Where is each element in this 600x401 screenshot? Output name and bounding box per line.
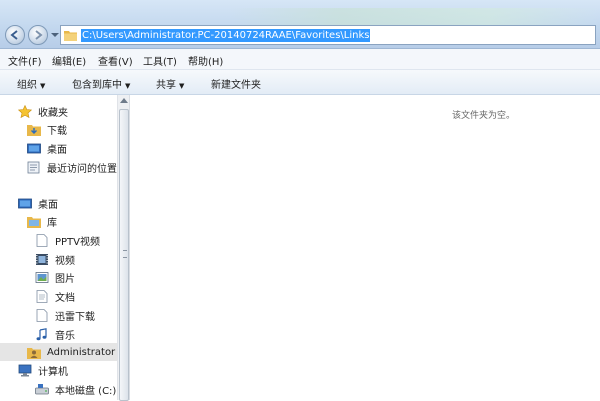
dropdown-icon: ▼: [125, 82, 131, 90]
scroll-up-arrow-icon[interactable]: [120, 98, 128, 103]
recent-pages-dropdown-icon[interactable]: [51, 32, 59, 38]
desktop-icon: [27, 143, 41, 153]
nav-recent-places-label: 最近访问的位置: [47, 163, 117, 175]
nav-music[interactable]: 音乐: [35, 325, 75, 343]
nav-downloads-label: 下载: [47, 125, 67, 137]
desktop-icon: [18, 198, 32, 208]
nav-pictures-label: 图片: [55, 273, 75, 285]
nav-videos[interactable]: 视频: [35, 250, 75, 268]
nav-libraries[interactable]: 库: [27, 212, 57, 230]
menu-bar: 文件(F) 编辑(E) 查看(V) 工具(T) 帮助(H): [0, 49, 600, 70]
user-folder-icon: [27, 347, 41, 359]
navigation-scrollbar[interactable]: [117, 95, 130, 401]
menu-edit[interactable]: 编辑(E): [52, 53, 86, 68]
nav-user-folder[interactable]: Administrator: [0, 343, 117, 361]
menu-file[interactable]: 文件(F): [8, 53, 42, 68]
command-bar: 组织 ▼ 包含到库中 ▼ 共享 ▼ 新建文件夹: [0, 70, 600, 95]
hard-disk-icon: [35, 383, 49, 394]
scrollbar-thumb[interactable]: [119, 109, 129, 401]
menu-help[interactable]: 帮助(H): [188, 53, 223, 68]
dropdown-icon: ▼: [40, 82, 46, 90]
video-icon: [36, 253, 48, 265]
share-button[interactable]: 共享 ▼: [156, 76, 184, 91]
document-icon: [36, 233, 48, 247]
share-label: 共享: [156, 80, 176, 91]
nav-pptv-videos[interactable]: PPTV视频: [35, 231, 100, 249]
nav-desktop-label: 桌面: [38, 199, 58, 211]
nav-thunder-downloads[interactable]: 迅雷下载: [35, 306, 95, 324]
nav-local-disk-c[interactable]: 本地磁盘 (C:): [35, 380, 116, 398]
document-icon: [36, 289, 48, 303]
blurred-background: [230, 8, 600, 26]
window-titlebar: C:\Users\Administrator.PC-20140724RAAE\F…: [0, 0, 600, 49]
nav-user-folder-label: Administrator: [47, 346, 116, 358]
star-icon: [18, 104, 32, 118]
download-folder-icon: [27, 124, 41, 136]
nav-desktop[interactable]: 桌面: [18, 194, 58, 212]
include-in-library-button[interactable]: 包含到库中 ▼: [72, 76, 130, 91]
navigation-pane: 收藏夹 下载 桌面 最近访问的位置 桌面 库 PPTV视频 视频 图片 文档 迅…: [0, 95, 117, 400]
nav-music-label: 音乐: [55, 330, 75, 342]
nav-pptv-videos-label: PPTV视频: [55, 236, 101, 248]
arrow-left-icon: [10, 30, 18, 40]
music-note-icon: [36, 327, 47, 340]
nav-fav-desktop[interactable]: 桌面: [27, 139, 67, 157]
forward-button[interactable]: [28, 25, 48, 45]
recent-places-icon: [27, 161, 40, 173]
address-bar[interactable]: C:\Users\Administrator.PC-20140724RAAE\F…: [60, 25, 596, 45]
nav-libraries-label: 库: [47, 217, 57, 229]
nav-thunder-downloads-label: 迅雷下载: [55, 311, 95, 323]
nav-pictures[interactable]: 图片: [35, 268, 75, 286]
address-path[interactable]: C:\Users\Administrator.PC-20140724RAAE\F…: [81, 29, 371, 42]
empty-folder-message: 该文件夹为空。: [452, 111, 516, 121]
nav-favorites-label: 收藏夹: [38, 107, 68, 119]
arrow-right-icon: [35, 30, 43, 40]
nav-recent-places[interactable]: 最近访问的位置: [27, 158, 117, 176]
organize-button[interactable]: 组织 ▼: [17, 76, 45, 91]
organize-label: 组织: [17, 80, 37, 91]
file-list-area[interactable]: [130, 95, 600, 400]
nav-favorites[interactable]: 收藏夹: [18, 102, 68, 120]
dropdown-icon: ▼: [179, 82, 185, 90]
back-button[interactable]: [5, 25, 25, 45]
nav-computer[interactable]: 计算机: [18, 361, 68, 379]
new-folder-button[interactable]: 新建文件夹: [211, 76, 261, 91]
computer-icon: [18, 364, 32, 376]
include-label: 包含到库中: [72, 80, 122, 91]
nav-documents[interactable]: 文档: [35, 287, 75, 305]
scrollbar-grip: [123, 250, 127, 258]
nav-documents-label: 文档: [55, 292, 75, 304]
library-folder-icon: [27, 216, 41, 228]
nav-downloads[interactable]: 下载: [27, 120, 67, 138]
nav-computer-label: 计算机: [38, 366, 68, 378]
picture-icon: [35, 271, 49, 283]
menu-view[interactable]: 查看(V): [98, 53, 133, 68]
nav-videos-label: 视频: [55, 255, 75, 267]
nav-fav-desktop-label: 桌面: [47, 144, 67, 156]
folder-icon: [64, 31, 77, 41]
nav-local-disk-c-label: 本地磁盘 (C:): [55, 385, 117, 397]
document-icon: [36, 308, 48, 322]
menu-tools[interactable]: 工具(T): [143, 53, 177, 68]
